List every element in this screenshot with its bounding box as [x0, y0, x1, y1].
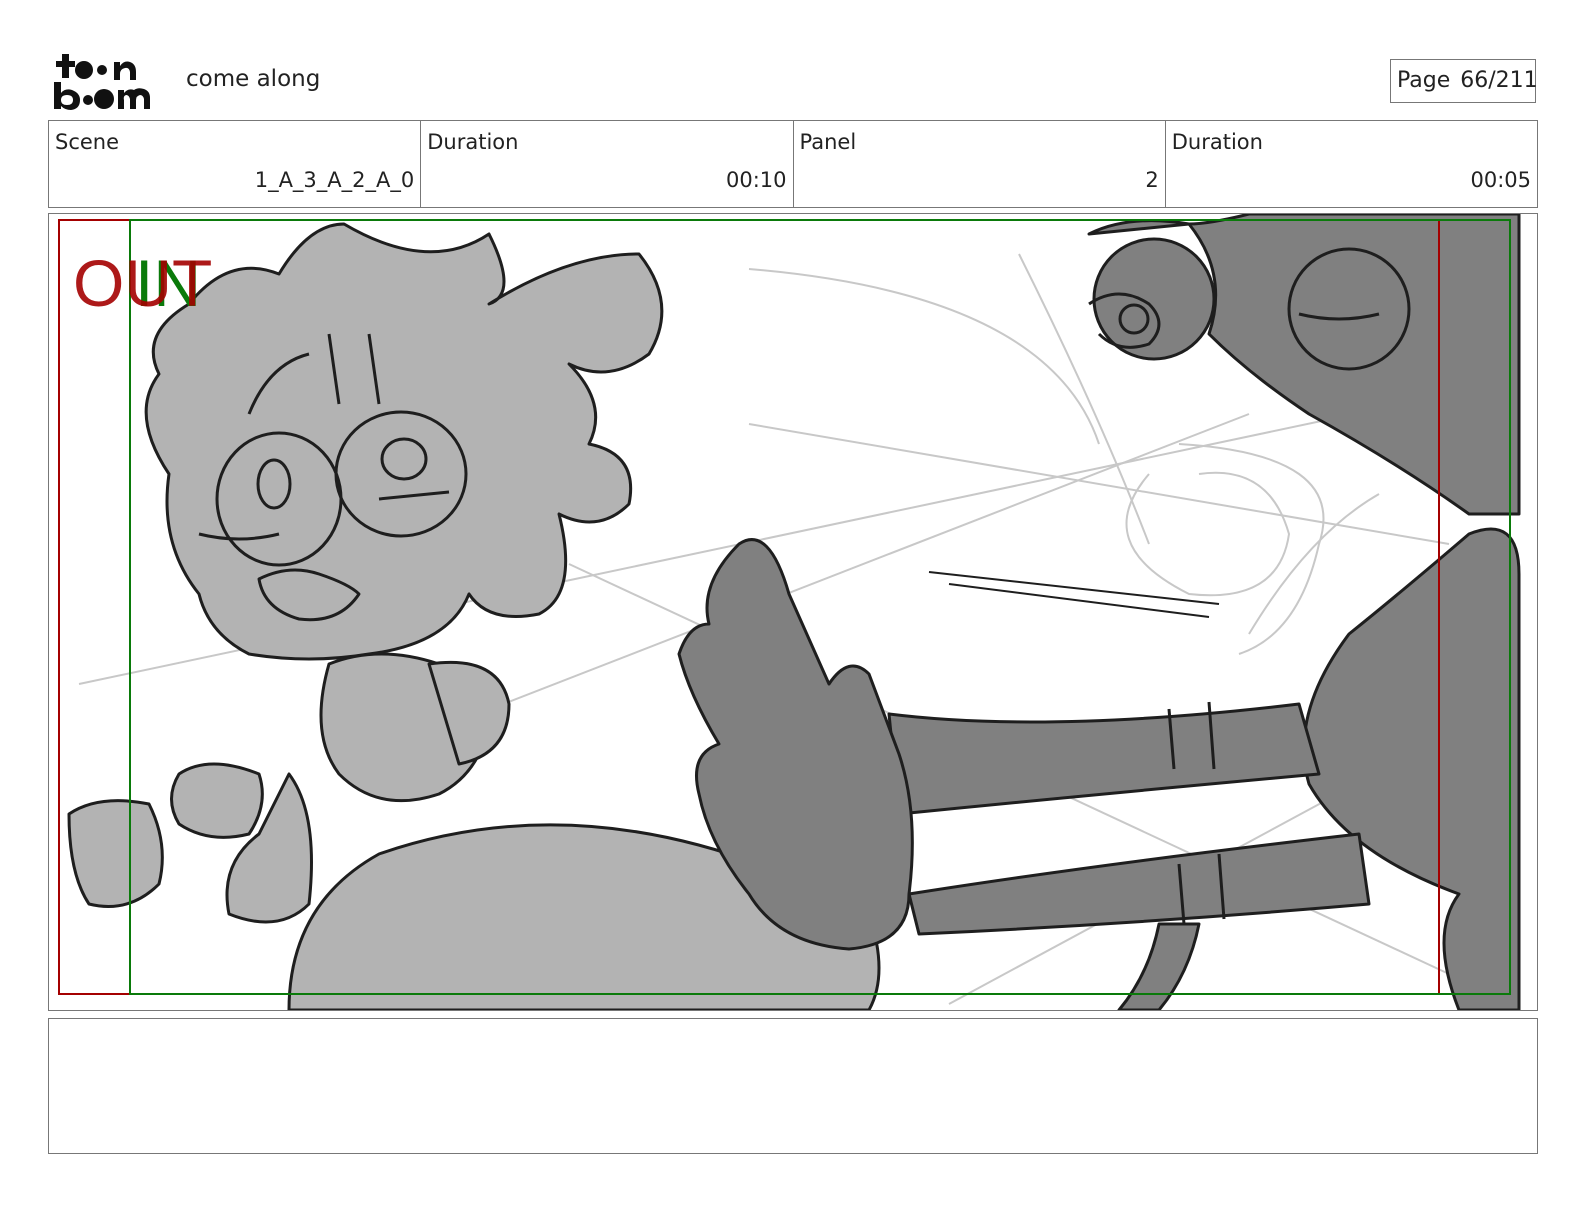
panel-notes-box[interactable]: [48, 1018, 1538, 1154]
storyboard-panel-frame: IN OUT: [48, 213, 1538, 1011]
page-label: Page: [1397, 68, 1451, 93]
scene-value: 1_A_3_A_2_A_0: [254, 168, 415, 192]
panel-label: Panel: [799, 130, 857, 154]
project-title: come along: [186, 66, 321, 92]
scene-label: Scene: [55, 130, 120, 154]
panel-value: 2: [1145, 168, 1159, 192]
scene-duration-label: Duration: [427, 130, 519, 154]
panel-cell: Panel 2: [794, 121, 1166, 207]
scene-duration-value: 00:10: [725, 168, 787, 192]
scene-duration-cell: Duration 00:10: [421, 121, 794, 207]
panel-duration-cell: Duration 00:05: [1166, 121, 1537, 207]
panel-info-row: Scene 1_A_3_A_2_A_0 Duration 00:10 Panel…: [48, 120, 1538, 208]
toon-boom-logo: [54, 54, 150, 110]
panel-duration-label: Duration: [1171, 130, 1263, 154]
storyboard-drawing: IN OUT: [58, 214, 1521, 1010]
page-indicator: Page 66/211: [1390, 59, 1538, 103]
page-number: 66/211: [1460, 68, 1538, 93]
motion-lines: [928, 571, 1220, 618]
robot-character: [677, 214, 1521, 1010]
panel-duration-value: 00:05: [1470, 168, 1531, 192]
transition-out-label: OUT: [73, 246, 212, 320]
scene-cell: Scene 1_A_3_A_2_A_0: [49, 121, 422, 207]
